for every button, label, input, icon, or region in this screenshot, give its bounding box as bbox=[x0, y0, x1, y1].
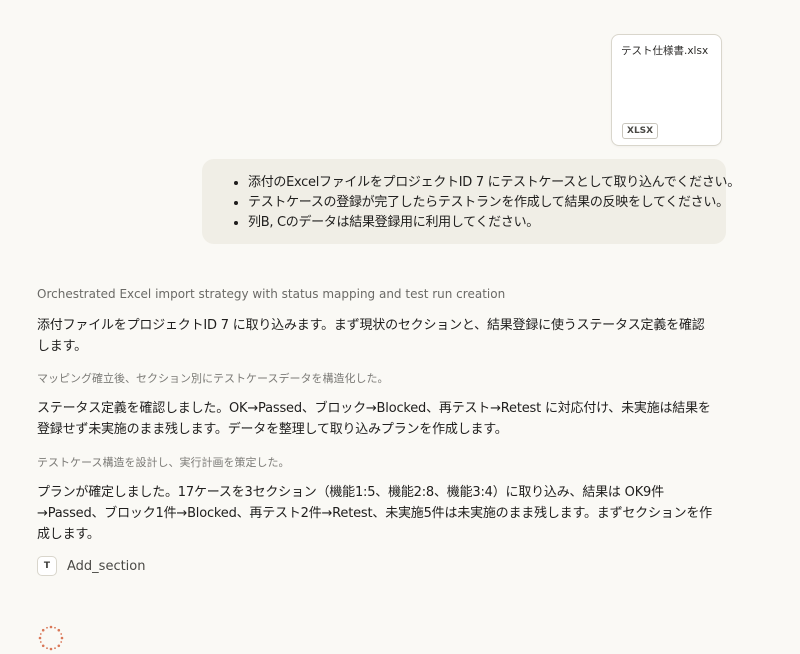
user-message-bullet: 列B, Cのデータは結果登録用に利用してください。 bbox=[248, 213, 712, 233]
text-tool-icon: T bbox=[37, 556, 57, 576]
loading-spinner-icon bbox=[38, 625, 64, 651]
user-message-bubble: 添付のExcelファイルをプロジェクトID 7 にテストケースとして取り込んでく… bbox=[202, 159, 740, 244]
thinking-note: テストケース構造を設計し、実行計画を策定した。 bbox=[37, 456, 290, 469]
user-message-bullet: テストケースの登録が完了したらテストランを作成して結果の反映をしてください。 bbox=[248, 193, 729, 213]
thinking-note: マッピング確立後、セクション別にテストケースデータを構造化した。 bbox=[37, 372, 389, 385]
tool-call-row[interactable]: T Add_section bbox=[37, 556, 146, 576]
tool-call-label: Add_section bbox=[67, 558, 146, 574]
assistant-paragraph: 添付ファイルをプロジェクトID 7 に取り込みます。まず現状のセクションと、結果… bbox=[37, 318, 705, 354]
assistant-paragraph: プランが確定しました。17ケースを3セクション（機能1:5、機能2:8、機能3:… bbox=[37, 485, 712, 542]
attachment-file-name: テスト仕様書.xlsx bbox=[621, 45, 709, 57]
thinking-summary[interactable]: Orchestrated Excel import strategy with … bbox=[37, 287, 505, 301]
attachment-card[interactable]: テスト仕様書.xlsx XLSX bbox=[611, 34, 722, 146]
chat-page: テスト仕様書.xlsx XLSX 添付のExcelファイルをプロジェクトID 7… bbox=[0, 0, 800, 654]
user-message-list: 添付のExcelファイルをプロジェクトID 7 にテストケースとして取り込んでく… bbox=[202, 173, 740, 233]
assistant-paragraph: ステータス定義を確認しました。OK→Passed、ブロック→Blocked、再テ… bbox=[37, 401, 711, 437]
file-type-badge: XLSX bbox=[622, 123, 659, 139]
user-message-bullet: 添付のExcelファイルをプロジェクトID 7 にテストケースとして取り込んでく… bbox=[248, 173, 740, 193]
